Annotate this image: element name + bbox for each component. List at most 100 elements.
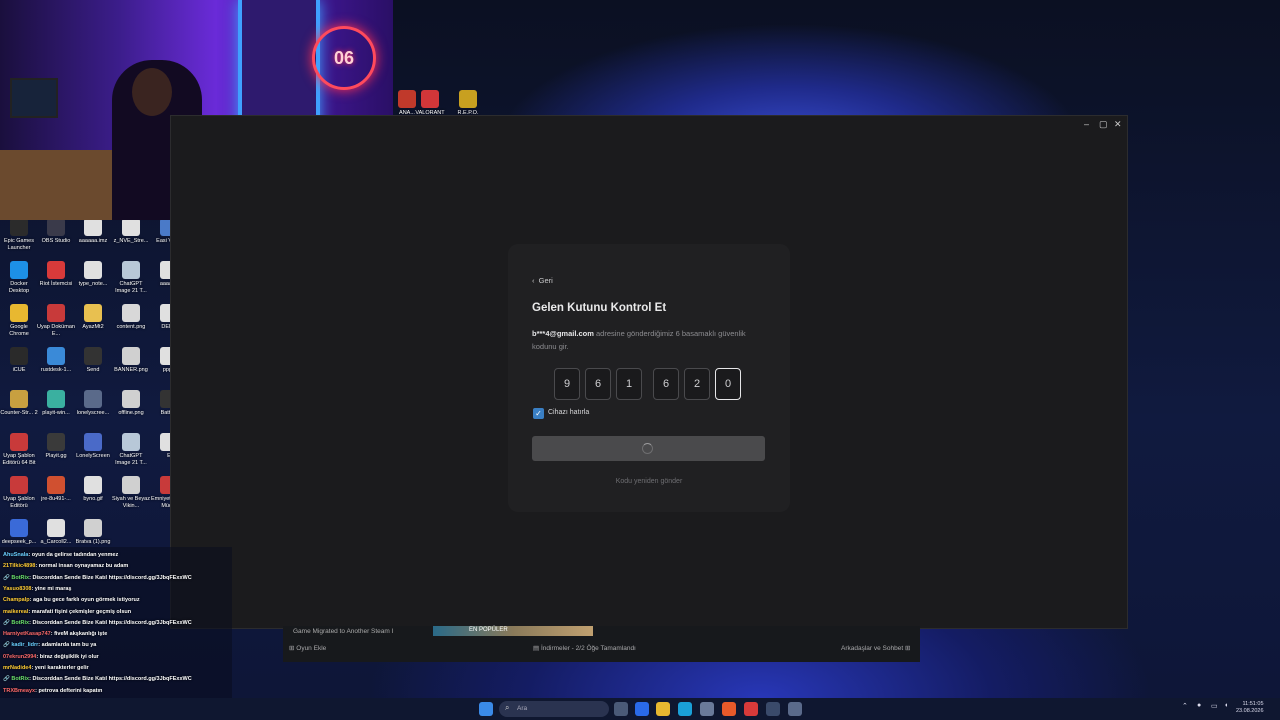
close-button[interactable]: ✕ [1114, 119, 1122, 130]
desktop-icon-label: Playit.gg [45, 453, 67, 459]
desktop-icon-label: Riot İstemcisi [39, 281, 73, 287]
desktop-icon-label: Counter-Str... 2 [0, 410, 38, 416]
app-icon[interactable] [788, 702, 802, 716]
file-explorer-icon[interactable] [656, 702, 670, 716]
desktop-icon[interactable]: deepseek_p... [0, 519, 38, 546]
desktop-icon-label: Send [86, 367, 100, 373]
maximize-button[interactable]: ▢ [1099, 119, 1108, 130]
desktop-icon[interactable]: Docker Desktop [0, 261, 38, 295]
code-digit-2[interactable]: 6 [585, 368, 611, 400]
desktop-icon[interactable]: Google Chrome [0, 304, 38, 338]
steam-icon[interactable] [766, 702, 780, 716]
code-digit-1[interactable]: 9 [554, 368, 580, 400]
desktop-icon[interactable]: BANNER.png [112, 347, 150, 374]
desktop-icon[interactable]: byno.gif [74, 476, 112, 503]
desktop-icon[interactable]: content.png [112, 304, 150, 331]
task-view-icon[interactable] [614, 702, 628, 716]
desktop-icon[interactable]: offline.png [112, 390, 150, 417]
remember-device-checkbox[interactable]: ✓ [533, 408, 544, 419]
store-icon[interactable] [700, 702, 714, 716]
desktop-icon[interactable]: a_Carcoll2... [37, 519, 75, 546]
download-icon: ▤ [533, 645, 540, 652]
desktop-icon[interactable]: aaaaaa.imz [74, 218, 112, 245]
desktop-icon-label: rustdesk-1... [40, 367, 72, 373]
back-label: Geri [538, 276, 553, 285]
desktop-icon-repo[interactable]: R.E.P.O. [449, 90, 487, 117]
desktop-icon[interactable]: rustdesk-1... [37, 347, 75, 374]
riot-icon[interactable] [744, 702, 758, 716]
desktop-icon-valorant[interactable]: VALORANT [411, 90, 449, 117]
code-digit-6[interactable]: 0 [715, 368, 741, 400]
code-digit-5[interactable]: 2 [684, 368, 710, 400]
app-icon [84, 218, 102, 236]
desktop-icon[interactable]: Epic Games Launcher [0, 218, 38, 252]
desktop-icon[interactable]: playit-win... [37, 390, 75, 417]
chat-message: 🔗 BotRix: Discorddan Sende Bize Katıl ht… [3, 620, 192, 626]
minimize-button[interactable]: – [1084, 119, 1089, 129]
chat-message: AhuSnala: oyun da gelirse tadından yenme… [3, 552, 118, 558]
app-icon [84, 304, 102, 322]
app-icon [84, 347, 102, 365]
desktop-icon[interactable]: z_NVE_Stre... [112, 218, 150, 245]
start-icon[interactable] [479, 702, 493, 716]
desktop-icon[interactable]: ChatGPT Image 21 T... [112, 433, 150, 467]
desktop-icon[interactable]: Send [74, 347, 112, 374]
code-digit-3[interactable]: 1 [616, 368, 642, 400]
app-icon [122, 218, 140, 236]
desktop-icon[interactable]: lonelyscree... [74, 390, 112, 417]
desktop-icon[interactable]: type_note... [74, 261, 112, 288]
desktop-icon[interactable]: OBS Studio [37, 218, 75, 245]
back-button[interactable]: ‹ Geri [532, 276, 553, 285]
downloads-button[interactable]: ▤ İndirmeler - 2/2 Öğe Tamamlandı [533, 644, 636, 652]
app-icon [122, 347, 140, 365]
taskbar-search[interactable]: ⌕ Ara [499, 701, 609, 717]
chevron-up-icon[interactable]: ⌃ [1182, 702, 1188, 710]
friends-chat-button[interactable]: Arkadaşlar ve Sohbet ⊞ [841, 644, 910, 652]
desktop-icon[interactable]: iCUE [0, 347, 38, 374]
app-icon [122, 476, 140, 494]
brave-icon[interactable] [722, 702, 736, 716]
desktop-icon[interactable]: Uyap Şablon Editörü 64 Bit [0, 433, 38, 467]
clock-time: 11:51:05 [1242, 701, 1264, 707]
desktop-icon[interactable]: ChatGPT Image 21 T... [112, 261, 150, 295]
chat-message: 🔗 BotRix: Discorddan Sende Bize Katıl ht… [3, 676, 192, 682]
chat-text: : Discorddan Sende Bize Katıl https://di… [29, 676, 192, 683]
desktop-icon[interactable]: Playit.gg [37, 433, 75, 460]
neon-sign: 06 [312, 26, 376, 90]
microphone-icon[interactable]: ● [1197, 702, 1201, 709]
chat-message: 21Tilkic4898: normal insan oynayamaz bu … [3, 563, 128, 569]
code-digit-4[interactable]: 6 [653, 368, 679, 400]
network-icon[interactable]: ▭ [1211, 702, 1218, 710]
desktop-icon[interactable]: Uyap Doküman E... [37, 304, 75, 338]
desktop-icon[interactable]: AyazMt2 [74, 304, 112, 331]
copilot-icon[interactable] [635, 702, 649, 716]
plus-icon: ⊞ [289, 645, 295, 652]
clock[interactable]: 11:51:05 23.08.2026 [1236, 701, 1264, 715]
chat-username: 🔗 kadir_lidrr [3, 642, 39, 649]
resend-code-link[interactable]: Kodu yeniden gönder [508, 478, 790, 485]
desktop-icon-label: deepseek_p... [1, 539, 37, 545]
desktop-icon-label: Uyap Şablon Editörü 64 Bit [2, 453, 36, 466]
desktop-icon[interactable]: jre-8u491-... [37, 476, 75, 503]
notification-item[interactable]: Game Migrated to Another Steam I [293, 628, 393, 635]
desktop-icon-label: z_NVE_Stre... [113, 238, 149, 244]
desktop-icon[interactable]: Bratva (1).png [74, 519, 112, 546]
edge-icon[interactable] [678, 702, 692, 716]
desktop-icon-label: Bratva (1).png [75, 539, 111, 545]
stream-chat-overlay: AhuSnala: oyun da gelirse tadından yenme… [0, 547, 232, 720]
desktop-icon-label: jre-8u491-... [41, 496, 71, 502]
volume-icon[interactable]: ◖ [1224, 702, 1228, 709]
banner-label: EN POPÜLER [469, 627, 508, 633]
valorant-icon [421, 90, 439, 108]
desktop-icon[interactable]: LonelyScreen [74, 433, 112, 460]
desktop-icon[interactable]: Riot İstemcisi [37, 261, 75, 288]
submit-button[interactable] [532, 436, 765, 461]
app-icon [47, 433, 65, 451]
masked-email: b***4@gmail.com [532, 329, 594, 338]
desktop-icon[interactable]: Siyah ve Beyaz Vikin... [112, 476, 150, 510]
add-game-label: Oyun Ekle [296, 645, 327, 652]
store-banner[interactable]: EN POPÜLER [433, 626, 593, 636]
desktop-icon[interactable]: Counter-Str... 2 [0, 390, 38, 417]
desktop-icon[interactable]: Uyap Şablon Editörü [0, 476, 38, 510]
add-game-button[interactable]: ⊞ Oyun Ekle [289, 644, 326, 652]
